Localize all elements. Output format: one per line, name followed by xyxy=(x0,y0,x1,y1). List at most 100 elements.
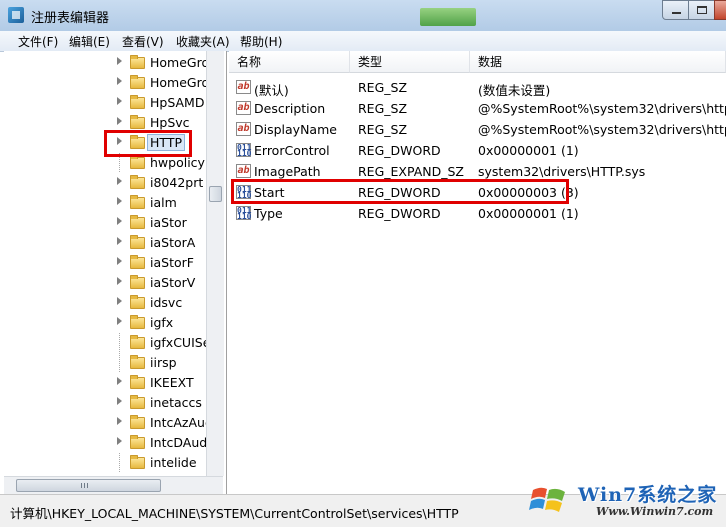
tree-item-label: iaStorV xyxy=(150,275,196,290)
tree-item-label: IntcDAud xyxy=(150,435,208,450)
value-type: REG_SZ xyxy=(358,80,408,95)
maximize-button[interactable] xyxy=(688,0,715,20)
tree-item[interactable]: iaStorF xyxy=(114,253,220,273)
tree-item-label: iaStorF xyxy=(150,255,194,270)
column-header-data[interactable]: 数据 xyxy=(470,51,726,73)
tree-item[interactable]: inetaccs xyxy=(114,393,220,413)
expand-arrow-icon[interactable] xyxy=(117,57,122,65)
expand-arrow-icon[interactable] xyxy=(117,277,122,285)
string-value-icon: ab xyxy=(236,164,251,178)
expand-arrow-icon[interactable] xyxy=(117,317,122,325)
tree-item[interactable]: igfx xyxy=(114,313,220,333)
value-row[interactable]: ab ImagePath REG_EXPAND_SZ system32\drivers… xyxy=(229,161,726,182)
tree-item[interactable]: IntcAzAud xyxy=(114,413,220,433)
dword-value-icon: 011 110 xyxy=(236,206,252,221)
folder-icon xyxy=(130,215,145,229)
value-data: @%SystemRoot%\system32\drivers\http.sys xyxy=(478,101,726,116)
menu-favorites[interactable]: 收藏夹(A) xyxy=(176,33,230,50)
value-row[interactable]: 011 110 Type REG_DWORD 0x00000001 (1) xyxy=(229,203,726,224)
minimize-button[interactable] xyxy=(662,0,689,20)
folder-icon xyxy=(130,455,145,469)
value-type: REG_SZ xyxy=(358,122,408,137)
expand-arrow-icon[interactable] xyxy=(117,137,122,145)
tree-item-label: iaStor xyxy=(150,215,187,230)
tree-item[interactable]: intelide xyxy=(114,453,220,473)
tree-line xyxy=(119,333,120,353)
tree-item[interactable]: ialm xyxy=(114,193,220,213)
folder-icon xyxy=(130,155,145,169)
folder-icon xyxy=(130,295,145,309)
tree-item[interactable]: HpSvc xyxy=(114,113,220,133)
folder-icon xyxy=(130,375,145,389)
dword-value-icon: 011 110 xyxy=(236,185,252,200)
expand-arrow-icon[interactable] xyxy=(117,177,122,185)
folder-icon xyxy=(130,55,145,69)
tree-item-label: intelide xyxy=(150,455,197,470)
registry-tree[interactable]: HomeGro HomeGro HpSAMD HpSvc HTTP hwpolicy i80… xyxy=(4,51,227,494)
expand-arrow-icon[interactable] xyxy=(117,117,122,125)
tree-item[interactable]: iaStorV xyxy=(114,273,220,293)
expand-arrow-icon[interactable] xyxy=(117,97,122,105)
tree-item[interactable]: IntcDAud xyxy=(114,433,220,453)
tree-item[interactable]: igfxCUISe xyxy=(114,333,220,353)
tree-item-label: ialm xyxy=(150,195,177,210)
expand-arrow-icon[interactable] xyxy=(117,237,122,245)
tree-horizontal-scroll-thumb[interactable] xyxy=(16,479,161,492)
tree-item[interactable]: iirsp xyxy=(114,353,220,373)
value-row[interactable]: ab (默认) REG_SZ (数值未设置) xyxy=(229,77,726,98)
tree-item[interactable]: idsvc xyxy=(114,293,220,313)
folder-icon xyxy=(130,195,145,209)
tree-item[interactable]: iaStor xyxy=(114,213,220,233)
tree-item[interactable]: HomeGro xyxy=(114,73,220,93)
tree-item[interactable]: HTTP xyxy=(114,133,220,153)
value-type: REG_EXPAND_SZ xyxy=(358,164,464,179)
folder-icon xyxy=(130,435,145,449)
expand-arrow-icon[interactable] xyxy=(117,437,122,445)
windows-logo-icon xyxy=(529,487,565,512)
value-row[interactable]: 011 110 Start REG_DWORD 0x00000003 (3) xyxy=(229,182,726,203)
tree-horizontal-scrollbar[interactable] xyxy=(4,476,223,494)
value-row[interactable]: ab DisplayName REG_SZ @%SystemRoot%\system3… xyxy=(229,119,726,140)
expand-arrow-icon[interactable] xyxy=(117,397,122,405)
expand-arrow-icon[interactable] xyxy=(117,377,122,385)
menu-file[interactable]: 文件(F) xyxy=(18,33,58,50)
expand-arrow-icon[interactable] xyxy=(117,77,122,85)
expand-arrow-icon[interactable] xyxy=(117,257,122,265)
tree-vertical-scroll-thumb[interactable] xyxy=(209,186,222,202)
expand-arrow-icon[interactable] xyxy=(117,417,122,425)
column-header-type[interactable]: 类型 xyxy=(350,51,470,73)
tree-item[interactable]: hwpolicy xyxy=(114,153,220,173)
tree-item-label: IntcAzAud xyxy=(150,415,213,430)
values-list[interactable]: 名称 类型 数据 ab (默认) REG_SZ (数值未设置) ab Descriptio… xyxy=(229,51,726,494)
value-name: Description xyxy=(254,101,326,116)
tree-item[interactable]: HomeGro xyxy=(114,53,220,73)
value-name: Type xyxy=(254,206,283,221)
value-name: (默认) xyxy=(254,83,289,98)
expand-arrow-icon[interactable] xyxy=(117,197,122,205)
folder-icon xyxy=(130,115,145,129)
folder-icon xyxy=(130,355,145,369)
value-row[interactable]: ab Description REG_SZ @%SystemRoot%\system3… xyxy=(229,98,726,119)
menu-help[interactable]: 帮助(H) xyxy=(240,33,282,50)
value-data: system32\drivers\HTTP.sys xyxy=(478,164,646,179)
tree-item-label: hwpolicy xyxy=(150,155,205,170)
window-title: 注册表编辑器 xyxy=(31,11,110,26)
tree-item[interactable]: i8042prt xyxy=(114,173,220,193)
expand-arrow-icon[interactable] xyxy=(117,217,122,225)
value-name: ImagePath xyxy=(254,164,321,179)
tree-vertical-scrollbar[interactable] xyxy=(206,51,224,476)
tree-item[interactable]: iaStorA xyxy=(114,233,220,253)
taskbar-thumbnail xyxy=(420,8,476,26)
expand-arrow-icon[interactable] xyxy=(117,297,122,305)
value-row[interactable]: 011 110 ErrorControl REG_DWORD 0x00000001 (1… xyxy=(229,140,726,161)
tree-item[interactable]: IKEEXT xyxy=(114,373,220,393)
string-value-icon: ab xyxy=(236,101,251,115)
close-button[interactable] xyxy=(714,0,726,20)
tree-item[interactable]: HpSAMD xyxy=(114,93,220,113)
scroll-grip-icon xyxy=(81,483,89,488)
value-data: 0x00000001 (1) xyxy=(478,143,579,158)
menu-edit[interactable]: 编辑(E) xyxy=(69,33,110,50)
tree-item-label: IKEEXT xyxy=(150,375,194,390)
menu-view[interactable]: 查看(V) xyxy=(122,33,164,50)
column-header-name[interactable]: 名称 xyxy=(229,51,350,73)
